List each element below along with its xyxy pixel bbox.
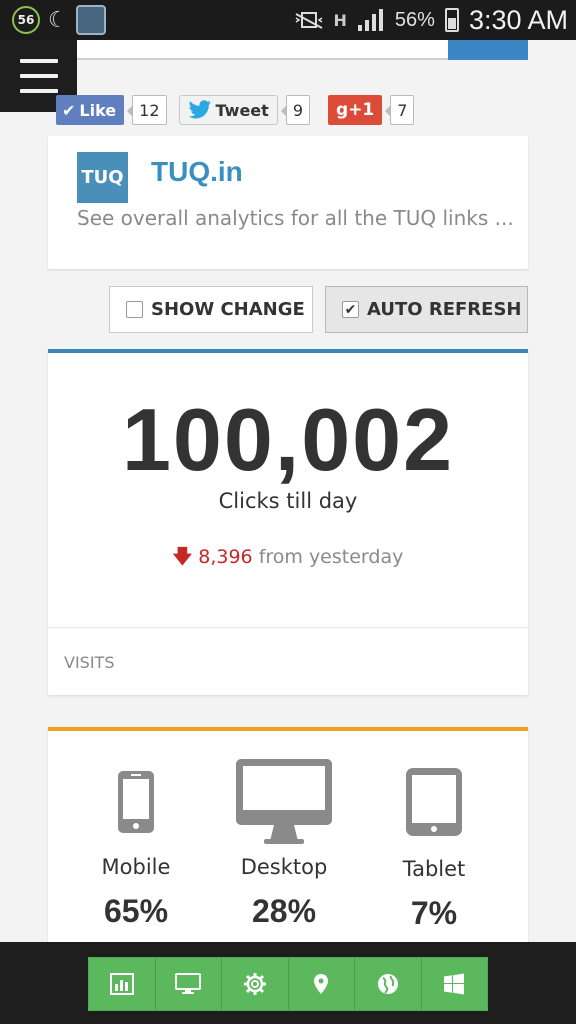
- map-marker-icon: [314, 974, 329, 994]
- nav-settings-button[interactable]: [222, 958, 289, 1010]
- share-buttons: ✔ Like 12 Tweet 9 g+1 7: [56, 95, 415, 125]
- show-change-toggle[interactable]: SHOW CHANGE: [109, 286, 313, 333]
- device-mobile: Mobile 65%: [88, 731, 184, 930]
- like-label: Like: [79, 100, 117, 120]
- total-clicks: 100,002: [121, 390, 455, 489]
- menu-icon: [19, 59, 58, 63]
- notification-count-badge: 56: [12, 6, 40, 34]
- bottom-navigation: [88, 957, 488, 1011]
- site-name[interactable]: TUQ.in: [151, 156, 243, 188]
- gear-icon: [243, 973, 266, 995]
- twitter-bird-icon: [188, 100, 211, 119]
- clicks-card: 100,002 Clicks till day 🡇 8,396 from yes…: [48, 349, 528, 695]
- battery-icon: [444, 8, 459, 32]
- gplus-label: g+1: [336, 100, 375, 120]
- change-value: 8,396: [198, 546, 253, 568]
- signal-icon: [357, 9, 383, 31]
- nav-location-button[interactable]: [289, 958, 355, 1010]
- tweet-count: 9: [280, 95, 310, 125]
- checkmark-icon: ✔: [62, 100, 76, 120]
- show-change-checkbox[interactable]: [126, 301, 143, 318]
- windows-icon: [444, 973, 465, 995]
- bar-chart-icon: [109, 973, 134, 995]
- gplus-count: 7: [385, 95, 415, 125]
- nav-windows-button[interactable]: [422, 958, 488, 1010]
- device-label: Tablet: [402, 857, 466, 881]
- mobile-icon: [118, 771, 154, 833]
- vibrate-mute-icon: [295, 12, 322, 29]
- device-percent: 28%: [251, 893, 317, 929]
- auto-refresh-checkbox[interactable]: ✔: [342, 301, 359, 318]
- site-info-card: TUQ TUQ.in See overall analytics for all…: [48, 136, 528, 269]
- facebook-like-button[interactable]: ✔ Like: [56, 95, 125, 125]
- search-button[interactable]: [448, 40, 528, 60]
- clicks-label: Clicks till day: [218, 489, 358, 513]
- site-description: See overall analytics for all the TUQ li…: [77, 206, 514, 230]
- globe-icon: [377, 974, 398, 994]
- nav-desktop-button[interactable]: [156, 958, 222, 1010]
- tweet-label: Tweet: [215, 100, 269, 120]
- divider: [48, 627, 528, 628]
- tweet-button[interactable]: Tweet: [178, 95, 278, 125]
- device-percent: 65%: [103, 893, 169, 929]
- tablet-icon: [406, 768, 462, 836]
- clock: 3:30 AM: [468, 4, 568, 35]
- device-breakdown-card: Mobile 65% Desktop 28% Tablet 7%: [48, 727, 528, 957]
- device-desktop: Desktop 28%: [224, 731, 344, 930]
- desktop-icon: [175, 973, 202, 994]
- visits-section-label[interactable]: VISITS: [64, 653, 114, 672]
- device-tablet: Tablet 7%: [386, 731, 482, 932]
- auto-refresh-label: AUTO REFRESH: [367, 299, 522, 320]
- google-plus-button[interactable]: g+1: [328, 95, 383, 125]
- moon-icon: ☾: [48, 7, 68, 33]
- app-notification-icon: [75, 5, 106, 35]
- desktop-icon: [236, 759, 332, 844]
- change-from-yesterday: 🡇 8,396 from yesterday: [48, 543, 528, 575]
- network-type-indicator: H: [333, 10, 347, 30]
- like-count: 12: [127, 95, 167, 125]
- site-logo: TUQ: [77, 152, 128, 203]
- search-input[interactable]: [76, 40, 448, 60]
- device-label: Desktop: [240, 855, 328, 879]
- change-suffix: from yesterday: [258, 546, 404, 568]
- nav-stats-button[interactable]: [89, 958, 156, 1010]
- device-percent: 7%: [410, 895, 458, 931]
- status-bar: 56 ☾ H 56% 3:30 AM: [0, 0, 576, 40]
- device-label: Mobile: [101, 855, 171, 879]
- auto-refresh-toggle[interactable]: ✔ AUTO REFRESH: [325, 286, 528, 333]
- arrow-down-icon: 🡇: [172, 546, 193, 568]
- nav-globe-button[interactable]: [355, 958, 422, 1010]
- battery-percent: 56%: [394, 8, 435, 31]
- show-change-label: SHOW CHANGE: [151, 299, 305, 320]
